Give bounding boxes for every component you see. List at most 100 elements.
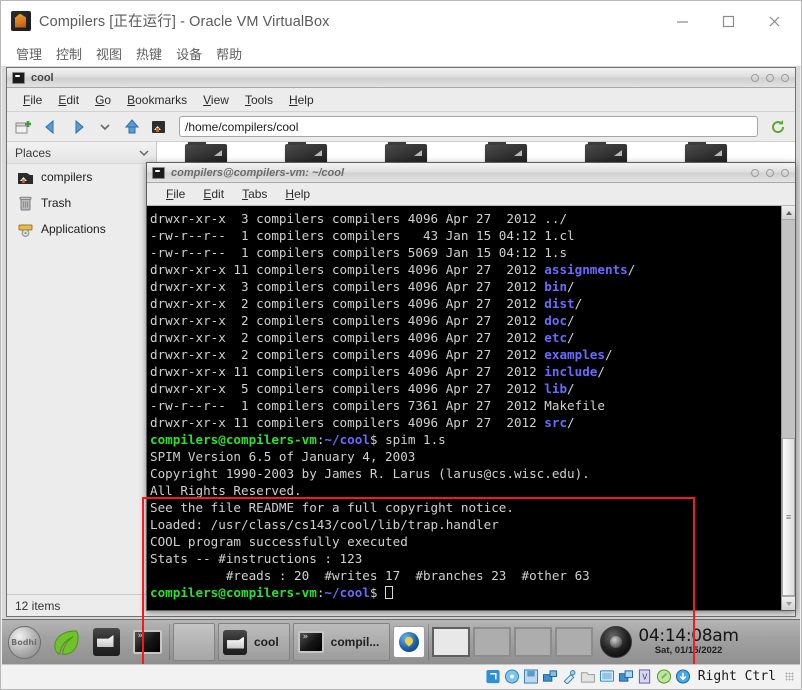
window-title: Compilers [正在运行] - Oracle VM VirtualBox bbox=[39, 14, 330, 30]
sidebar-label: compilers bbox=[41, 170, 93, 184]
terminal-menubar: File Edit Tabs Help bbox=[147, 183, 795, 206]
terminal-window: compilers@compilers-vm: ~/cool File Edit… bbox=[146, 162, 796, 611]
file-manager-title: cool bbox=[31, 71, 54, 84]
file-cabinet-glyph bbox=[92, 628, 120, 656]
clock-time: 04:14:08am bbox=[638, 626, 739, 647]
close-icon[interactable] bbox=[781, 74, 789, 82]
minimize-icon[interactable] bbox=[751, 169, 759, 177]
scroll-down-icon[interactable] bbox=[782, 596, 795, 610]
file-manager-launcher-icon[interactable] bbox=[87, 623, 125, 661]
usb-icon[interactable] bbox=[561, 669, 577, 684]
vbox-menu-devices[interactable]: 设备 bbox=[169, 42, 209, 65]
pager-desktop-4[interactable] bbox=[555, 627, 594, 657]
vbox-menu-help[interactable]: 帮助 bbox=[209, 42, 249, 65]
trash-icon bbox=[17, 195, 34, 212]
resize-grip[interactable] bbox=[785, 672, 794, 681]
minimize-button[interactable] bbox=[659, 1, 705, 41]
chevron-down-icon[interactable] bbox=[138, 147, 150, 159]
video-capture-icon[interactable]: V bbox=[637, 669, 653, 684]
menu-file[interactable]: File bbox=[15, 91, 50, 109]
guest-additions-icon[interactable] bbox=[675, 669, 691, 684]
taskbar-window-compilers[interactable]: compil... bbox=[292, 623, 391, 661]
minimize-icon[interactable] bbox=[751, 74, 759, 82]
divider bbox=[169, 624, 170, 660]
virtualbox-menubar: 管理 控制 视图 热键 设备 帮助 bbox=[1, 41, 801, 67]
host-key-label: Right Ctrl bbox=[697, 669, 776, 684]
taskbar-window-placeholder[interactable] bbox=[173, 623, 215, 661]
clock-text: 04:14:08am Sat, 01/15/2022 bbox=[638, 626, 739, 656]
scroll-up-icon[interactable] bbox=[782, 206, 795, 220]
menu-tools[interactable]: Tools bbox=[237, 91, 281, 109]
menu-help[interactable]: Help bbox=[281, 91, 322, 109]
path-input[interactable]: /home/compilers/cool bbox=[179, 116, 758, 137]
file-manager-icon bbox=[223, 629, 247, 655]
file-manager-titlebar[interactable]: cool bbox=[7, 68, 795, 88]
terminal-menu-help[interactable]: Help bbox=[276, 186, 319, 202]
terminal-menu-file[interactable]: File bbox=[157, 186, 194, 202]
up-icon[interactable] bbox=[121, 116, 143, 138]
forward-icon[interactable] bbox=[67, 116, 89, 138]
clock-dial-icon bbox=[600, 626, 633, 658]
bodhi-menu-icon[interactable]: Bodhi bbox=[5, 623, 43, 661]
chevron-down-icon[interactable] bbox=[94, 116, 116, 138]
midori-icon[interactable] bbox=[393, 626, 426, 658]
taskbar: Bodhi cool compil... bbox=[2, 619, 800, 664]
sidebar-item-applications[interactable]: Applications bbox=[7, 216, 156, 242]
leaf-glyph bbox=[53, 629, 79, 655]
back-icon[interactable] bbox=[40, 116, 62, 138]
vbox-menu-manage[interactable]: 管理 bbox=[9, 42, 49, 65]
leaf-icon[interactable] bbox=[46, 623, 84, 661]
scrollbar-thumb[interactable] bbox=[782, 438, 795, 596]
taskbar-window-cool[interactable]: cool bbox=[218, 623, 290, 661]
pager-desktop-1[interactable] bbox=[432, 627, 471, 657]
item-count: 12 items bbox=[15, 598, 61, 613]
vbox-menu-control[interactable]: 控制 bbox=[49, 42, 89, 65]
scrollbar-track[interactable] bbox=[782, 220, 795, 596]
close-button[interactable] bbox=[751, 1, 797, 41]
menu-go[interactable]: Go bbox=[87, 91, 119, 109]
menu-view[interactable]: View bbox=[195, 91, 237, 109]
terminal-scrollbar[interactable] bbox=[781, 206, 795, 610]
close-icon[interactable] bbox=[781, 169, 789, 177]
clock-widget[interactable]: 04:14:08am Sat, 01/15/2022 bbox=[600, 626, 739, 658]
menu-bookmarks[interactable]: Bookmarks bbox=[119, 91, 195, 109]
reload-icon[interactable] bbox=[767, 116, 789, 138]
floppy-icon[interactable] bbox=[523, 669, 539, 684]
menu-edit[interactable]: Edit bbox=[50, 91, 87, 109]
shared-folder-icon[interactable] bbox=[580, 669, 596, 684]
maximize-icon[interactable] bbox=[766, 169, 774, 177]
midori-glyph bbox=[399, 632, 420, 652]
terminal-menu-edit[interactable]: Edit bbox=[194, 186, 233, 202]
file-manager-window-buttons bbox=[751, 68, 789, 88]
home-icon[interactable] bbox=[148, 116, 170, 138]
mouse-integration-icon[interactable] bbox=[656, 669, 672, 684]
maximize-icon[interactable] bbox=[766, 74, 774, 82]
pager-desktop-2[interactable] bbox=[473, 627, 512, 657]
terminal-titlebar[interactable]: compilers@compilers-vm: ~/cool bbox=[147, 163, 795, 183]
clock-date: Sat, 01/15/2022 bbox=[654, 644, 723, 656]
new-tab-icon[interactable] bbox=[13, 116, 35, 138]
terminal-icon bbox=[297, 631, 324, 653]
sidebar-item-trash[interactable]: Trash bbox=[7, 190, 156, 216]
cd-icon[interactable] bbox=[504, 669, 520, 684]
sidebar: Places compilers Trash Applications bbox=[7, 142, 157, 594]
terminal-glyph bbox=[132, 630, 162, 654]
pager-desktop-3[interactable] bbox=[514, 627, 553, 657]
applications-icon bbox=[17, 221, 34, 238]
maximize-button[interactable] bbox=[705, 1, 751, 41]
places-header[interactable]: Places bbox=[7, 142, 156, 164]
vbox-menu-hotkeys[interactable]: 热键 bbox=[129, 42, 169, 65]
sidebar-item-compilers[interactable]: compilers bbox=[7, 164, 156, 190]
terminal-output: drwxr-xr-x 3 compilers compilers 4096 Ap… bbox=[150, 211, 636, 600]
remote-display-icon[interactable] bbox=[618, 669, 634, 684]
file-manager-icon bbox=[12, 71, 25, 84]
terminal-content-area[interactable]: drwxr-xr-x 3 compilers compilers 4096 Ap… bbox=[147, 206, 795, 610]
terminal-menu-tabs[interactable]: Tabs bbox=[233, 186, 276, 202]
window-controls bbox=[659, 1, 797, 41]
harddisk-icon[interactable] bbox=[485, 669, 501, 684]
terminal-launcher-icon[interactable] bbox=[128, 623, 166, 661]
vbox-menu-view[interactable]: 视图 bbox=[89, 42, 129, 65]
places-label: Places bbox=[15, 145, 52, 160]
display-icon[interactable] bbox=[599, 669, 615, 684]
network-icon[interactable] bbox=[542, 669, 558, 684]
